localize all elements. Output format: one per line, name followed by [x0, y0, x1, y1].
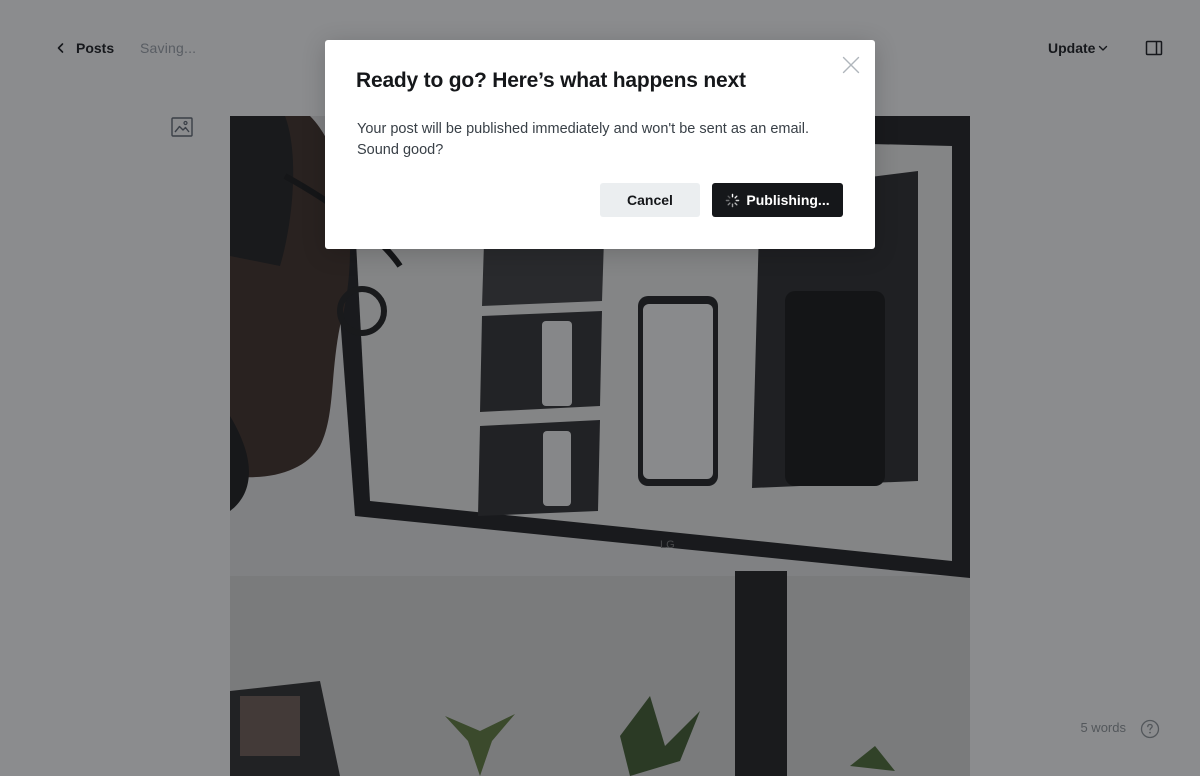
modal-body-line: Your post will be published immediately … — [357, 121, 809, 137]
publish-button-label: Publishing... — [746, 192, 830, 208]
spinner-icon — [726, 193, 740, 207]
publish-confirmation-modal: Ready to go? Here’s what happens next Yo… — [325, 40, 875, 249]
modal-title: Ready to go? Here’s what happens next — [356, 69, 746, 92]
modal-body-line: Sound good? — [357, 142, 444, 158]
close-icon[interactable] — [841, 55, 861, 75]
cancel-button[interactable]: Cancel — [600, 183, 700, 217]
modal-body: Your post will be published immediately … — [357, 119, 847, 161]
editor-app: Posts Saving... Update — [0, 0, 1200, 776]
publish-button[interactable]: Publishing... — [712, 183, 843, 217]
